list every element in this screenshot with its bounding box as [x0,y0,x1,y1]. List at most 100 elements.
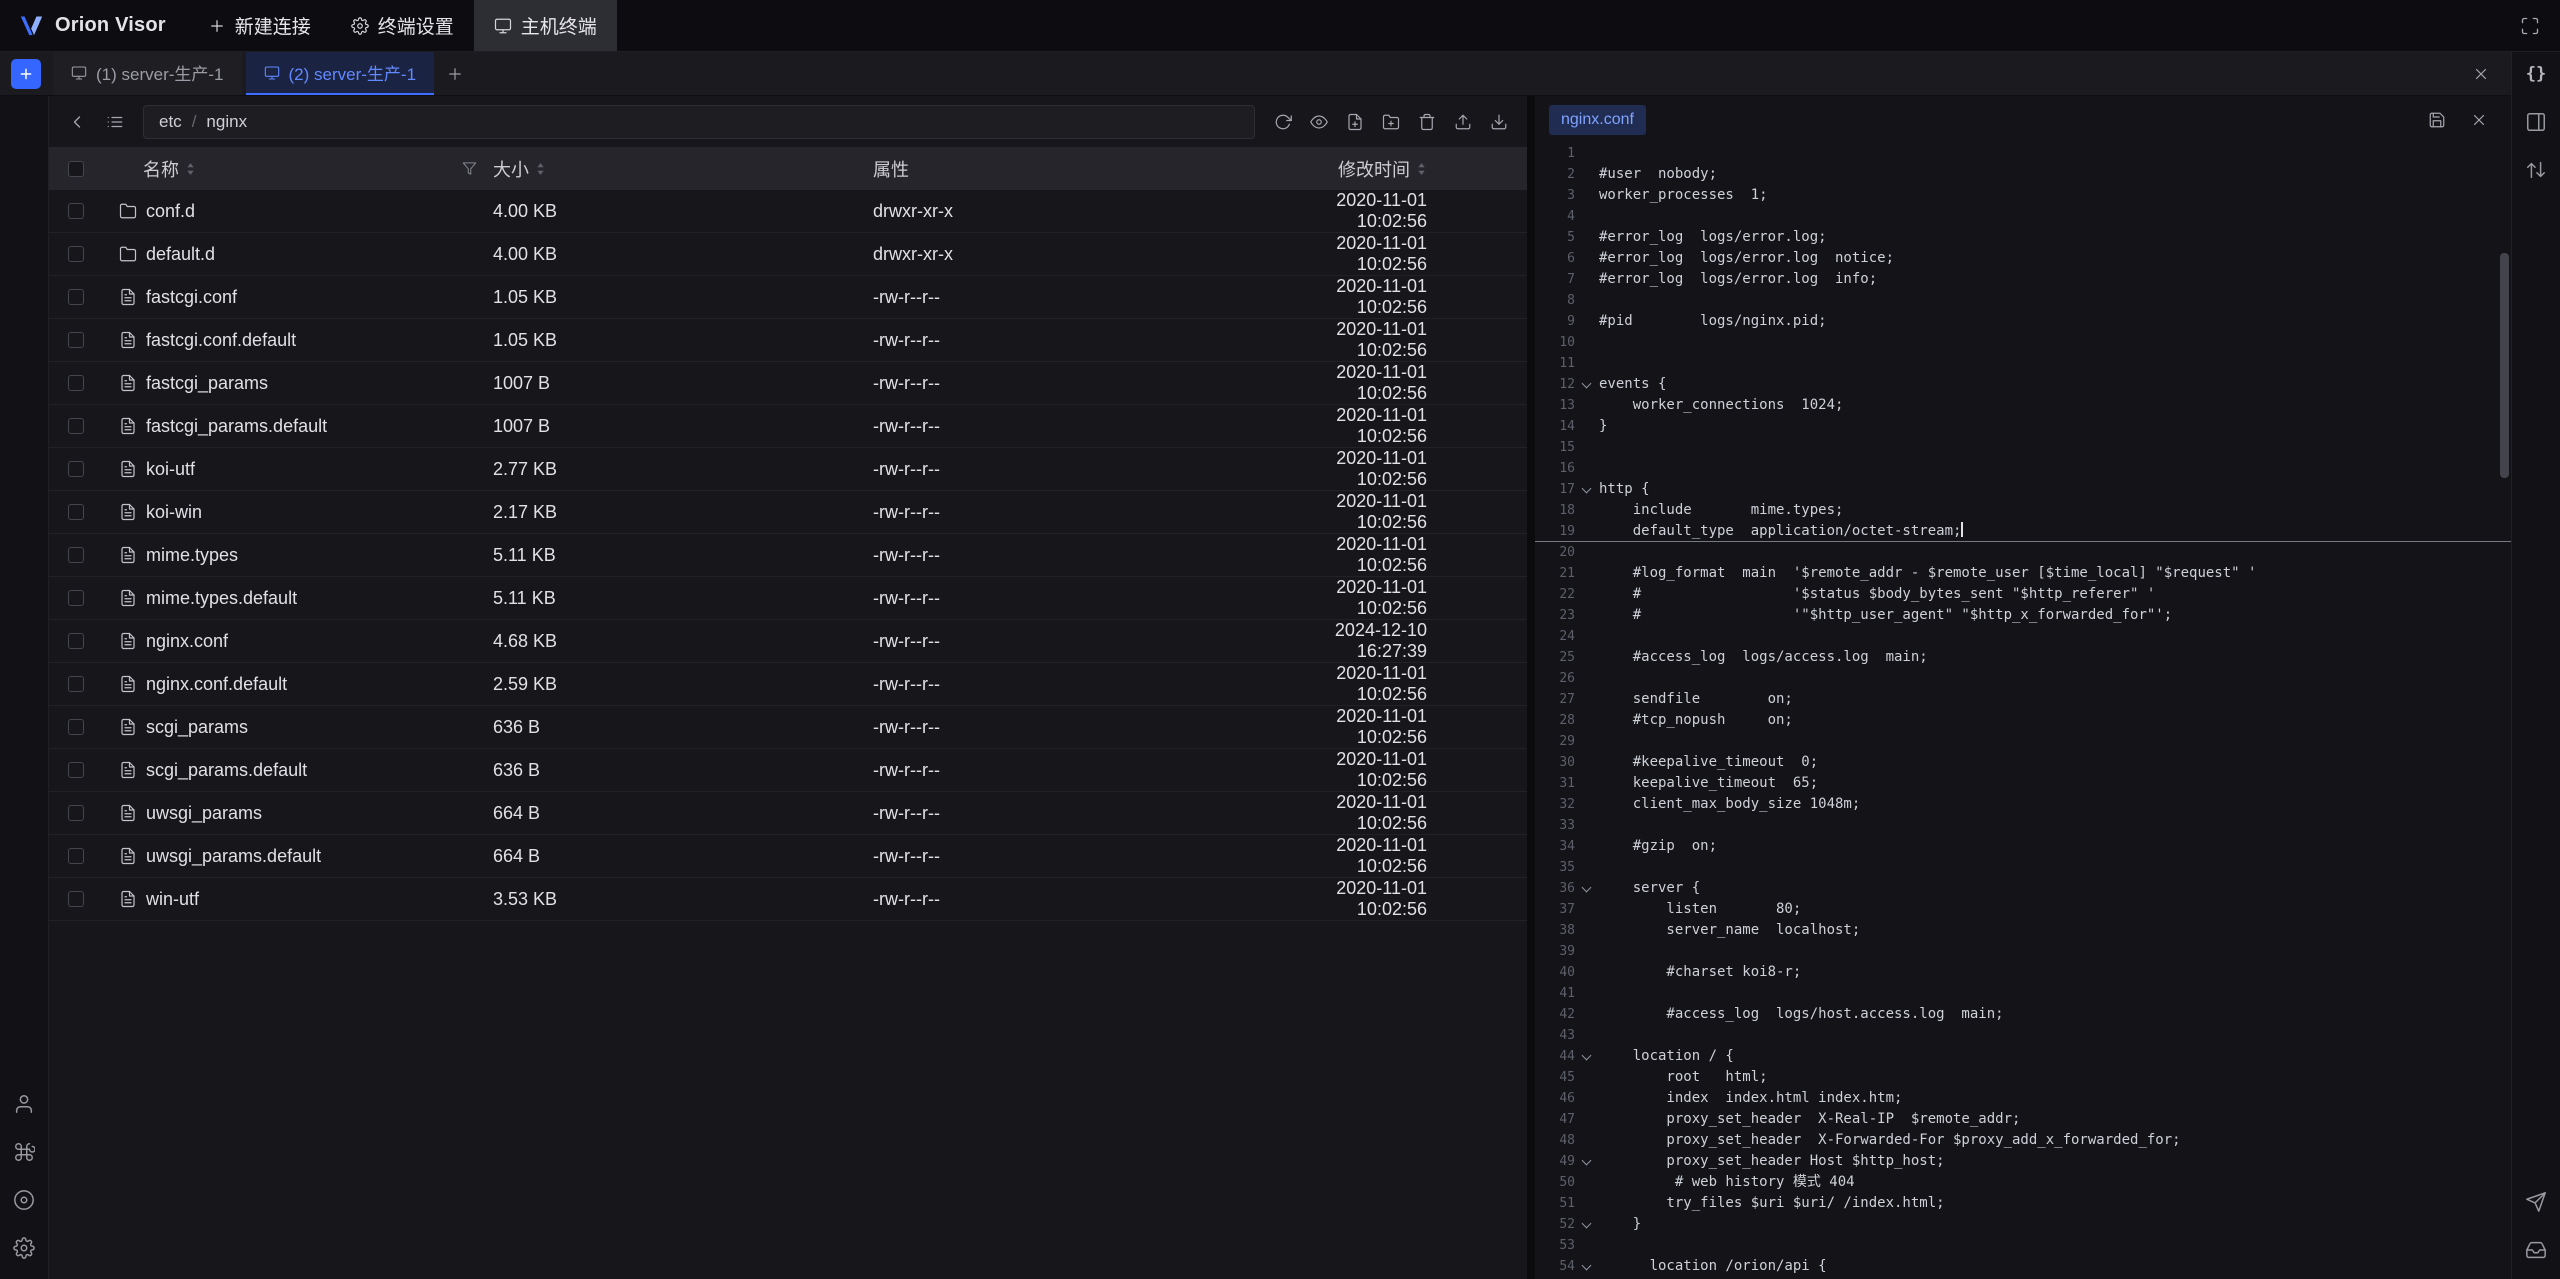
table-row[interactable]: nginx.conf.default 2.59 KB -rw-r--r-- 20… [49,663,1527,706]
code-line[interactable]: 16 [1535,458,2511,479]
breadcrumb-segment[interactable]: etc [159,112,182,132]
code-line[interactable]: 26 [1535,668,2511,689]
table-row[interactable]: uwsgi_params.default 664 B -rw-r--r-- 20… [49,835,1527,878]
row-checkbox[interactable] [68,891,84,907]
braces-icon[interactable]: {} [2526,59,2546,89]
code-line[interactable]: 47 proxy_set_header X-Real-IP $remote_ad… [1535,1109,2511,1130]
refresh-button[interactable] [1265,105,1301,139]
file-name[interactable]: uwsgi_params.default [146,846,321,867]
code-line[interactable]: 10 [1535,332,2511,353]
select-all-checkbox[interactable] [68,161,84,177]
add-tab-button[interactable] [438,57,472,91]
row-checkbox[interactable] [68,375,84,391]
send-command-button[interactable] [2519,1187,2553,1217]
shortcuts-button[interactable] [7,1137,41,1167]
column-header-name[interactable]: 名称 [103,147,493,190]
code-line[interactable]: 22 # '$status $body_bytes_sent "$http_re… [1535,584,2511,605]
file-name[interactable]: fastcgi.conf [146,287,237,308]
file-name[interactable]: fastcgi.conf.default [146,330,296,351]
code-line[interactable]: 46 index index.html index.htm; [1535,1088,2511,1109]
code-line[interactable]: 23 # '"$http_user_agent" "$http_x_forwar… [1535,605,2511,626]
download-button[interactable] [1481,105,1517,139]
code-line[interactable]: 4 [1535,206,2511,227]
back-button[interactable] [59,105,95,139]
code-line[interactable]: 51 try_files $uri $uri/ /index.html; [1535,1193,2511,1214]
code-line[interactable]: 6#error_log logs/error.log notice; [1535,248,2511,269]
menu-terminal-settings[interactable]: 终端设置 [331,0,474,51]
code-line[interactable]: 42 #access_log logs/host.access.log main… [1535,1004,2511,1025]
code-line[interactable]: 15 [1535,437,2511,458]
table-row[interactable]: conf.d 4.00 KB drwxr-xr-x 2020-11-01 10:… [49,190,1527,233]
sort-icon[interactable] [535,160,546,178]
code-line[interactable]: 52 } [1535,1214,2511,1235]
row-checkbox[interactable] [68,461,84,477]
fold-chevron-icon[interactable] [1579,878,1599,899]
code-line[interactable]: 45 root html; [1535,1067,2511,1088]
fold-chevron-icon[interactable] [1579,1256,1599,1277]
code-line[interactable]: 24 [1535,626,2511,647]
code-line[interactable]: 8 [1535,290,2511,311]
file-list-button[interactable] [97,105,133,139]
close-editor-button[interactable] [2461,103,2497,137]
row-checkbox[interactable] [68,547,84,563]
code-line[interactable]: 19 default_type application/octet-stream… [1535,521,2511,542]
code-line[interactable]: 32 client_max_body_size 1048m; [1535,794,2511,815]
file-name[interactable]: conf.d [146,201,195,222]
code-line[interactable]: 50 # web history 模式 404 [1535,1172,2511,1193]
code-line[interactable]: 37 listen 80; [1535,899,2511,920]
code-line[interactable]: 21 #log_format main '$remote_addr - $rem… [1535,563,2511,584]
table-row[interactable]: nginx.conf 4.68 KB -rw-r--r-- 2024-12-10… [49,620,1527,663]
table-row[interactable]: win-utf 3.53 KB -rw-r--r-- 2020-11-01 10… [49,878,1527,921]
table-row[interactable]: fastcgi.conf.default 1.05 KB -rw-r--r-- … [49,319,1527,362]
table-row[interactable]: koi-utf 2.77 KB -rw-r--r-- 2020-11-01 10… [49,448,1527,491]
new-terminal-button[interactable] [11,59,41,89]
file-name[interactable]: fastcgi_params.default [146,416,327,437]
row-checkbox[interactable] [68,289,84,305]
new-file-button[interactable] [1337,105,1373,139]
column-header-size[interactable]: 大小 [493,156,873,182]
file-name[interactable]: mime.types.default [146,588,297,609]
panel-splitter[interactable] [1527,96,1535,1279]
user-info-button[interactable] [7,1089,41,1119]
row-checkbox[interactable] [68,246,84,262]
column-header-mtime[interactable]: 修改时间 [1306,156,1527,182]
row-checkbox[interactable] [68,805,84,821]
theme-button[interactable] [7,1185,41,1215]
row-checkbox[interactable] [68,719,84,735]
table-row[interactable]: scgi_params.default 636 B -rw-r--r-- 202… [49,749,1527,792]
code-line[interactable]: 53 [1535,1235,2511,1256]
sort-icon[interactable] [185,160,196,178]
row-checkbox[interactable] [68,203,84,219]
breadcrumb[interactable]: etc / nginx [143,105,1255,139]
code-line[interactable]: 31 keepalive_timeout 65; [1535,773,2511,794]
file-name[interactable]: fastcgi_params [146,373,268,394]
menu-new-connection[interactable]: 新建连接 [188,0,331,51]
code-line[interactable]: 39 [1535,941,2511,962]
transfer-queue-button[interactable] [2519,1235,2553,1265]
tab-server-1[interactable]: (1) server-生产-1 [53,52,242,95]
fullscreen-button[interactable] [2512,9,2548,43]
fold-chevron-icon[interactable] [1579,374,1599,395]
row-checkbox[interactable] [68,633,84,649]
fold-chevron-icon[interactable] [1579,1046,1599,1067]
code-line[interactable]: 49 proxy_set_header Host $http_host; [1535,1151,2511,1172]
table-row[interactable]: mime.types 5.11 KB -rw-r--r-- 2020-11-01… [49,534,1527,577]
code-line[interactable]: 7#error_log logs/error.log info; [1535,269,2511,290]
fold-chevron-icon[interactable] [1579,1214,1599,1235]
row-checkbox[interactable] [68,504,84,520]
file-name[interactable]: koi-utf [146,459,195,480]
file-name[interactable]: nginx.conf.default [146,674,287,695]
breadcrumb-segment[interactable]: nginx [206,112,247,132]
code-line[interactable]: 34 #gzip on; [1535,836,2511,857]
code-line[interactable]: 33 [1535,815,2511,836]
code-line[interactable]: 3worker_processes 1; [1535,185,2511,206]
new-folder-button[interactable] [1373,105,1409,139]
code-line[interactable]: 25 #access_log logs/access.log main; [1535,647,2511,668]
code-line[interactable]: 35 [1535,857,2511,878]
code-line[interactable]: 1 [1535,143,2511,164]
fold-chevron-icon[interactable] [1579,479,1599,500]
row-checkbox[interactable] [68,762,84,778]
upload-button[interactable] [1445,105,1481,139]
code-line[interactable]: 48 proxy_set_header X-Forwarded-For $pro… [1535,1130,2511,1151]
delete-button[interactable] [1409,105,1445,139]
